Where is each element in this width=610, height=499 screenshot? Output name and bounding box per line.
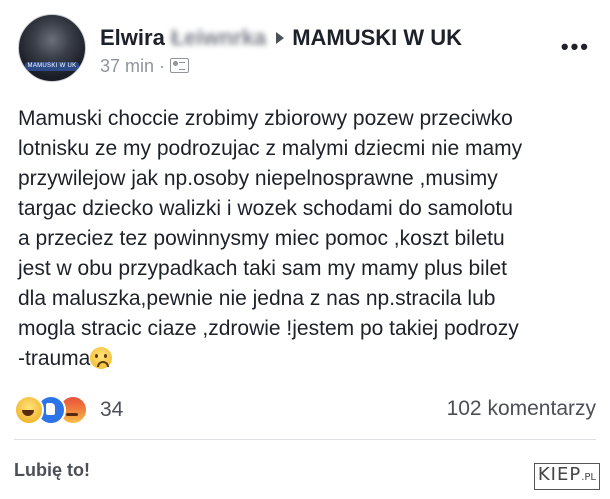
separator-dot: ·	[159, 56, 166, 76]
group-audience-icon	[170, 58, 190, 73]
site-watermark: KIEP.PL	[533, 463, 600, 490]
watermark-suffix: .PL	[581, 472, 596, 483]
reactions-summary[interactable]: 34	[14, 395, 123, 425]
post-text: Mamuski choccie zrobimy zbiorowy pozew p…	[18, 107, 523, 370]
author-surname-obscured: Łeiwnrka	[170, 25, 267, 51]
post-header: MAMUSKI W UK Elwira Łeiwnrka MAMUSKI W UK …	[18, 14, 598, 84]
comments-count-link[interactable]: 102 komentarzy	[447, 397, 596, 421]
worried-face-icon	[90, 347, 113, 369]
reaction-count: 34	[100, 398, 124, 421]
avatar-badge-text: MAMUSKI W UK	[25, 62, 79, 71]
post-meta: 37 min ·	[100, 56, 190, 77]
watermark-main: KIEP	[537, 464, 582, 485]
author-avatar[interactable]: MAMUSKI W UK	[18, 14, 86, 82]
like-button[interactable]: Lubię to!	[14, 460, 90, 481]
divider	[14, 439, 596, 440]
watermark-logo: KIEP.PL	[533, 463, 600, 490]
group-name[interactable]: MAMUSKI W UK	[292, 25, 462, 50]
post-time[interactable]: 37 min	[100, 56, 154, 76]
post-body: Mamuski choccie zrobimy zbiorowy pozew p…	[18, 104, 603, 374]
author-line: Elwira Łeiwnrka MAMUSKI W UK	[100, 24, 462, 51]
more-options-button[interactable]: •••	[561, 34, 590, 60]
author-name[interactable]: Elwira	[100, 25, 165, 50]
triangle-right-icon	[276, 32, 285, 45]
haha-reaction-icon	[14, 395, 44, 425]
